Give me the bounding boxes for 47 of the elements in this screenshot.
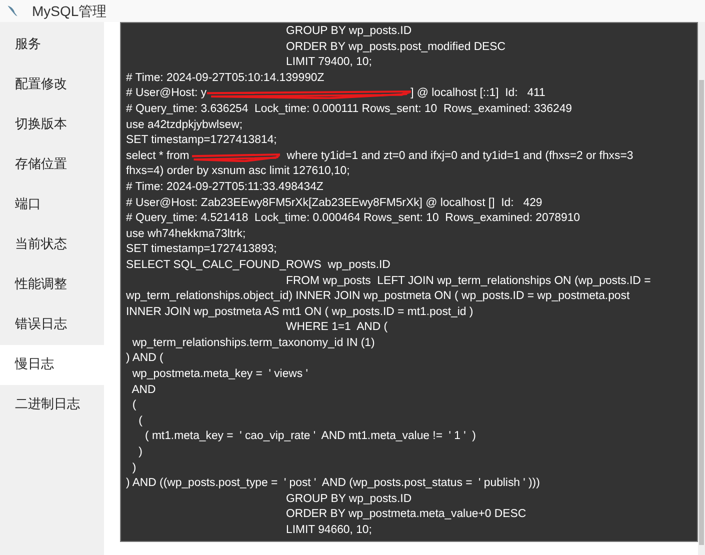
sidebar-item[interactable]: 二进制日志 [0,385,104,425]
sidebar-item[interactable]: 慢日志 [0,345,104,385]
log-text: # Time: 2024-09-27T05:11:33.498434Z [126,180,324,195]
log-text: ( [138,414,142,429]
log-text: # Query_time: 4.521418 Lock_time: 0.000464 Rows_sent: 10 Rows_examined: 2078910 [126,211,580,226]
log-text: INNER JOIN wp_postmeta AS mt1 ON ( wp_posts.ID = mt1.post_id ) [126,304,474,320]
log-text: fhxs=4) order by xsnum asc limit 127610,10; [126,164,350,180]
sidebar-item[interactable]: 服务 [0,25,104,65]
log-text: ) [131,460,136,476]
log-text: ( [131,398,136,414]
log-text: use wh74hekkma73ltrk; [126,226,246,242]
log-text: AND [130,382,156,398]
sidebar-item[interactable]: 当前状态 [0,225,104,265]
sidebar-item[interactable]: 配置修改 [0,65,104,105]
log-text: SET timestamp=1727413814; [126,133,277,148]
log-text: use a42tzdpkjybwlsew; [126,118,242,133]
log-text: LIMIT 94660, 10; [285,523,372,538]
sidebar-item[interactable]: 性能调整 [0,265,104,305]
window-title: MySQL管理 [32,2,107,20]
log-text: FROM wp_posts LEFT JOIN wp_term_relationships ON (wp_posts.ID = [285,274,651,288]
log-text: wp_term_relationships.term_taxonomy_id IN (1) [131,336,375,351]
sidebar-item[interactable]: 端口 [0,185,104,225]
log-text: wp_term_relationships.object_id) INNER JOIN wp_postmeta ON ( wp_posts.ID = wp_postmeta.post [126,289,630,304]
log-text: ) [138,445,142,460]
log-text: ) AND ( [126,351,164,366]
log-text: ORDER BY wp_posts.post_modified DESC [285,40,506,55]
log-text: ] @ localhost [::1] Id: 411 [410,86,546,102]
log-text: SET timestamp=1727413893; [126,242,277,258]
log-text: where ty1id=1 and zt=0 and ifxj=0 and ty1id=1 and (fhxs=2 or fhxs=3 [286,148,634,164]
log-text: ) AND ((wp_posts.post_type = ' post ' AND (wp_posts.post_status = ' publish ' ))) [126,476,540,492]
log-text: ORDER BY wp_postmeta.meta_value+0 DESC [285,507,526,522]
log-text: GROUP BY wp_posts.ID [285,24,412,39]
log-text: WHERE 1=1 AND ( [285,320,388,336]
log-text: GROUP BY wp_posts.ID [285,492,412,507]
scrollbar[interactable] [698,22,705,555]
sidebar-item[interactable]: 存储位置 [0,145,104,185]
sidebar-item[interactable]: 切换版本 [0,105,104,145]
log-text: select * from [126,148,190,164]
log-text: # User@Host: Zab23EEwy8FM5rXk[Zab23EEwy8FM5rXk] @ localhost [] Id: 429 [126,196,542,211]
sidebar-item[interactable]: 错误日志 [0,305,104,345]
log-text: # Query_time: 3.636254 Lock_time: 0.000111 Rows_sent: 10 Rows_examined: 336249 [126,102,572,117]
log-text: # User@Host: y [126,86,207,102]
log-text: SELECT SQL_CALC_FOUND_ROWS wp_posts.ID [126,258,390,273]
log-text: LIMIT 79400, 10; [285,55,372,70]
log-text: ( mt1.meta_key = ' cao_vip_rate ' AND mt1.meta_value != ' 1 ' ) [144,429,476,444]
log-text: wp_postmeta.meta_key = ' views ' [131,367,308,382]
log-text: # Time: 2024-09-27T05:10:14.139990Z [126,70,324,86]
